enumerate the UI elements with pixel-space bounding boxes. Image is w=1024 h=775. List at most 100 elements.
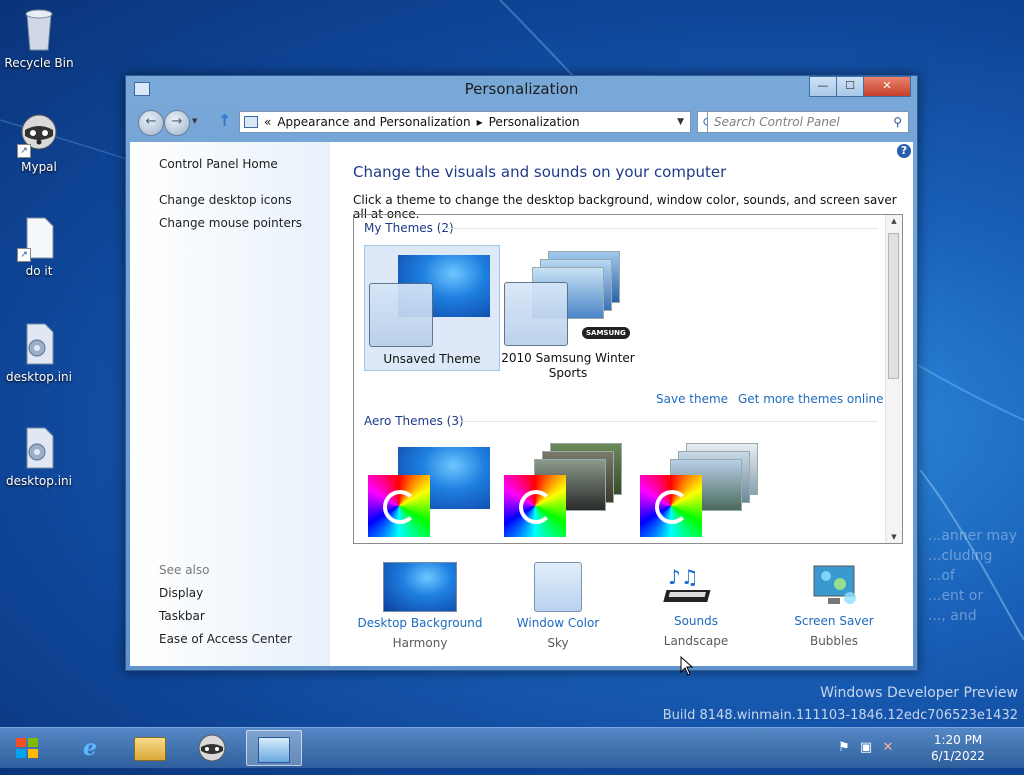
close-button[interactable]: ✕ — [863, 76, 911, 97]
start-orb-icon — [16, 738, 38, 758]
change-mouse-pointers-link[interactable]: Change mouse pointers — [159, 216, 302, 230]
get-more-themes-link[interactable]: Get more themes online — [738, 392, 884, 406]
address-bar[interactable]: « Appearance and Personalization ▸ Perso… — [239, 111, 691, 133]
action-center-flag-icon[interactable]: ⚑ — [836, 740, 852, 756]
samsung-badge: SAMSUNG — [582, 327, 630, 339]
color-wheel-icon — [640, 475, 702, 537]
start-button[interactable] — [0, 728, 56, 768]
setting-name: Desktop Background — [357, 616, 483, 630]
left-pane: Control Panel Home Change desktop icons … — [130, 142, 330, 666]
crumb-separator[interactable]: ▸ — [477, 115, 483, 129]
theme-glass-swatch — [369, 283, 433, 347]
color-wheel-icon — [368, 475, 430, 537]
clock-date: 6/1/2022 — [931, 749, 985, 763]
themes-list: My Themes (2) Unsaved Theme SAMSUNG 2010… — [353, 214, 903, 544]
theme-samsung-winter-sports[interactable]: SAMSUNG 2010 Samsung Winter Sports — [500, 245, 636, 380]
personalization-window[interactable]: Personalization — ☐ ✕ ← → ▼ ↑ « Appearan… — [125, 75, 918, 671]
address-overflow[interactable]: « — [264, 115, 271, 129]
help-icon[interactable]: ? — [897, 144, 911, 158]
scroll-up-icon[interactable]: ▲ — [886, 217, 902, 225]
back-button[interactable]: ← — [138, 110, 164, 136]
clock-time: 1:20 PM — [933, 733, 983, 747]
setting-value: Harmony — [392, 636, 448, 650]
theme-name: 2010 Samsung Winter Sports — [501, 351, 635, 380]
theme-glass-swatch — [504, 282, 568, 346]
control-panel-crumb-icon — [244, 116, 258, 128]
setting-value: Landscape — [663, 634, 729, 648]
watermark-line2: Build 8148.winmain.111103-1846.12edc7065… — [662, 708, 1018, 723]
aero-theme-2[interactable] — [500, 439, 636, 543]
change-desktop-icons-link[interactable]: Change desktop icons — [159, 193, 292, 207]
settings-file-icon — [19, 426, 59, 470]
watermark-line1: Windows Developer Preview — [820, 685, 1018, 701]
setting-name: Window Color — [516, 616, 600, 630]
main-pane: ? Change the visuals and sounds on your … — [330, 142, 913, 666]
search-input[interactable]: Search Control Panel ⚲ — [707, 111, 909, 133]
desktop-background-button[interactable]: Desktop Background Harmony — [350, 562, 490, 650]
window-color-icon — [534, 562, 582, 612]
setting-value: Sky — [547, 636, 569, 650]
sounds-button[interactable]: ♪♫ Sounds Landscape — [626, 562, 766, 648]
crumb-personalization[interactable]: Personalization — [489, 115, 580, 129]
desktop-icon-desktop-ini-1[interactable]: desktop.ini — [4, 322, 74, 384]
section-divider — [444, 228, 878, 229]
recent-pages-dropdown-icon[interactable]: ▼ — [192, 117, 197, 125]
settings-file-icon — [19, 322, 59, 366]
setting-value: Bubbles — [809, 634, 859, 648]
color-wheel-icon — [504, 475, 566, 537]
screen-saver-icon — [798, 562, 870, 610]
screen-saver-button[interactable]: Screen Saver Bubbles — [764, 562, 904, 648]
control-panel-home-link[interactable]: Control Panel Home — [159, 157, 278, 171]
themes-scrollbar[interactable]: ▲ ▼ — [885, 215, 902, 543]
mypal-raccoon-icon — [198, 734, 226, 762]
setting-name: Sounds — [673, 614, 719, 628]
sounds-icon: ♪♫ — [660, 562, 732, 610]
internet-explorer-icon: e — [83, 735, 97, 761]
navigation-bar: ← → ▼ ↑ « Appearance and Personalization… — [134, 107, 909, 137]
svg-text:♪♫: ♪♫ — [668, 565, 699, 589]
up-button[interactable]: ↑ — [218, 111, 231, 130]
display-link[interactable]: Display — [159, 586, 203, 600]
control-panel-taskbar-button[interactable] — [246, 730, 302, 766]
desktop-icon-do-it[interactable]: ↗ do it — [4, 216, 74, 278]
mouse-cursor-icon — [680, 656, 694, 676]
taskbar-link[interactable]: Taskbar — [159, 609, 205, 623]
scroll-down-icon[interactable]: ▼ — [886, 533, 902, 541]
see-also-label: See also — [159, 563, 210, 577]
ease-of-access-link[interactable]: Ease of Access Center — [159, 632, 292, 646]
internet-explorer-taskbar-button[interactable]: e — [62, 730, 118, 766]
network-icon[interactable]: ▣ — [858, 740, 874, 756]
desktop-icon-mypal[interactable]: ↗ Mypal — [4, 112, 74, 174]
background-text: ...of — [928, 568, 955, 584]
volume-muted-icon[interactable]: ✕ — [880, 740, 896, 756]
desktop-background-icon — [383, 562, 457, 612]
desktop-icon-desktop-ini-2[interactable]: desktop.ini — [4, 426, 74, 488]
taskbar: e ⚑ ▣ ✕ 1:20 PM 6/1/2022 — [0, 727, 1024, 768]
window-title: Personalization — [464, 80, 579, 98]
mypal-taskbar-button[interactable] — [184, 730, 240, 766]
save-theme-link[interactable]: Save theme — [656, 392, 728, 406]
setting-name: Screen Saver — [794, 614, 874, 628]
minimize-button[interactable]: — — [809, 76, 837, 97]
desktop-icon-recycle-bin[interactable]: Recycle Bin — [4, 8, 74, 70]
maximize-button[interactable]: ☐ — [836, 76, 864, 97]
mypal-raccoon-icon: ↗ — [17, 112, 59, 158]
address-dropdown-icon[interactable]: ▼ — [677, 117, 684, 127]
my-themes-heading: My Themes (2) — [364, 221, 454, 235]
file-explorer-icon — [134, 737, 166, 761]
window-controls: — ☐ ✕ — [809, 76, 911, 97]
window-color-button[interactable]: Window Color Sky — [488, 562, 628, 650]
recycle-bin-icon — [19, 8, 59, 52]
aero-themes-heading: Aero Themes (3) — [364, 414, 464, 428]
clock[interactable]: 1:20 PM 6/1/2022 — [928, 732, 988, 764]
file-explorer-taskbar-button[interactable] — [122, 730, 178, 766]
scrollbar-thumb[interactable] — [888, 233, 899, 379]
document-icon: ↗ — [17, 216, 59, 262]
search-icon[interactable]: ⚲ — [893, 112, 902, 132]
forward-button[interactable]: → — [164, 110, 190, 136]
theme-unsaved[interactable]: Unsaved Theme — [364, 245, 500, 371]
section-divider — [458, 421, 878, 422]
aero-theme-3[interactable] — [636, 439, 772, 543]
crumb-appearance[interactable]: Appearance and Personalization — [277, 115, 470, 129]
aero-theme-1[interactable] — [364, 439, 500, 543]
